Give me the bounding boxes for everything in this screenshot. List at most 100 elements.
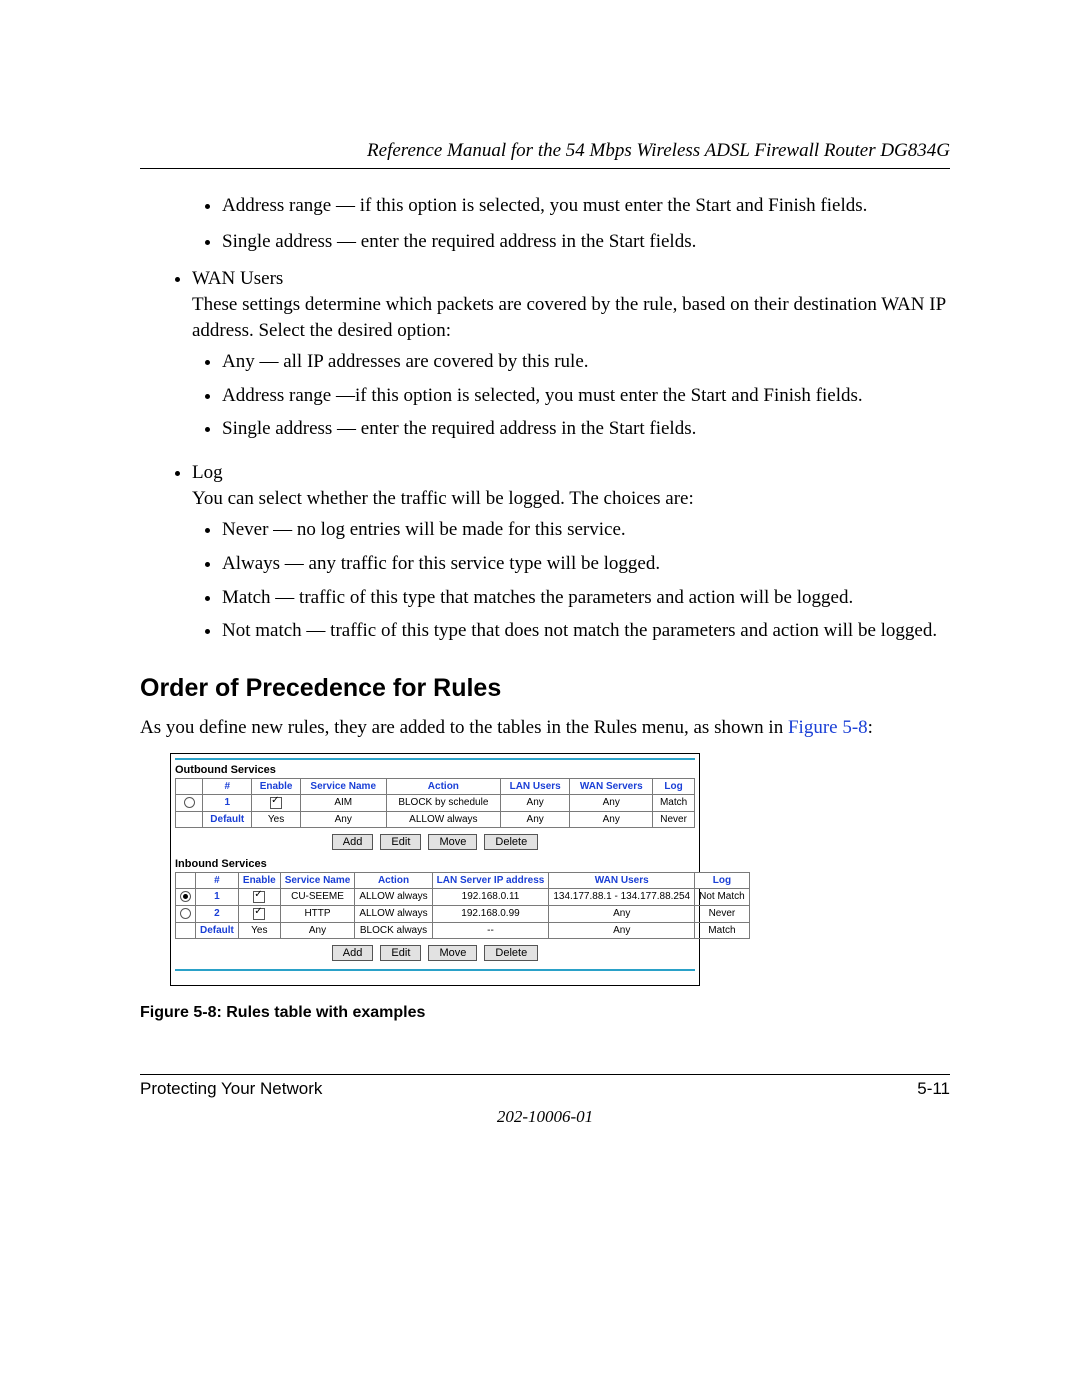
- cell: Any: [549, 922, 695, 938]
- list-item: Single address — enter the required addr…: [222, 229, 950, 255]
- section-paragraph: As you define new rules, they are added …: [140, 717, 950, 739]
- cell: Never: [653, 811, 695, 827]
- cell: Any: [500, 811, 569, 827]
- wan-users-sublist: Any — all IP addresses are covered by th…: [192, 349, 950, 442]
- th: Log: [653, 778, 695, 794]
- wan-users-title: WAN Users: [192, 268, 283, 289]
- cell: Yes: [252, 811, 300, 827]
- inbound-title: Inbound Services: [175, 858, 695, 870]
- log-item: Log You can select whether the traffic w…: [192, 460, 950, 644]
- delete-button[interactable]: Delete: [484, 945, 538, 961]
- cell: Never: [695, 905, 750, 922]
- figure-caption: Figure 5-8: Rules table with examples: [140, 1004, 950, 1022]
- cell: Any: [570, 794, 653, 811]
- cell: Default: [196, 922, 239, 938]
- cell: Yes: [238, 922, 280, 938]
- cell: HTTP: [280, 905, 355, 922]
- edit-button[interactable]: Edit: [380, 945, 421, 961]
- enable-cell[interactable]: [238, 905, 280, 922]
- cell: Any: [500, 794, 569, 811]
- enable-cell[interactable]: [238, 888, 280, 905]
- log-title: Log: [192, 462, 223, 483]
- enable-cell[interactable]: [252, 794, 300, 811]
- radio-cell[interactable]: [176, 888, 196, 905]
- radio-icon[interactable]: [180, 891, 191, 902]
- radio-cell[interactable]: [176, 905, 196, 922]
- cell: Any: [280, 922, 355, 938]
- add-button[interactable]: Add: [332, 945, 374, 961]
- checkbox-icon[interactable]: [270, 797, 282, 809]
- delete-button[interactable]: Delete: [484, 834, 538, 850]
- outbound-title: Outbound Services: [175, 764, 695, 776]
- move-button[interactable]: Move: [428, 945, 477, 961]
- th: Enable: [252, 778, 300, 794]
- move-button[interactable]: Move: [428, 834, 477, 850]
- th: LAN Users: [500, 778, 569, 794]
- radio-icon[interactable]: [184, 797, 195, 808]
- cell: 1: [203, 794, 252, 811]
- edit-button[interactable]: Edit: [380, 834, 421, 850]
- radio-cell: [176, 922, 196, 938]
- outbound-table: # Enable Service Name Action LAN Users W…: [175, 778, 695, 828]
- cell: Match: [695, 922, 750, 938]
- para-text: As you define new rules, they are added …: [140, 717, 788, 738]
- cell: 134.177.88.1 - 134.177.88.254: [549, 888, 695, 905]
- cell: AIM: [300, 794, 386, 811]
- radio-cell[interactable]: [176, 794, 203, 811]
- th: #: [196, 872, 239, 888]
- cell: 1: [196, 888, 239, 905]
- figure-reference-link[interactable]: Figure 5-8: [788, 717, 868, 738]
- radio-icon[interactable]: [180, 908, 191, 919]
- footer-left: Protecting Your Network: [140, 1079, 322, 1099]
- table-row: Default Yes Any BLOCK always -- Any Matc…: [176, 922, 750, 938]
- table-row: 1 AIM BLOCK by schedule Any Any Match: [176, 794, 695, 811]
- th: Action: [386, 778, 500, 794]
- footer-rule: [140, 1074, 950, 1075]
- figure-screenshot: Outbound Services # Enable Service Name …: [170, 753, 700, 986]
- checkbox-icon[interactable]: [253, 891, 265, 903]
- inbound-buttons: Add Edit Move Delete: [175, 945, 695, 961]
- cell: Any: [549, 905, 695, 922]
- section-heading: Order of Precedence for Rules: [140, 674, 950, 703]
- running-header: Reference Manual for the 54 Mbps Wireles…: [140, 140, 950, 162]
- wan-users-desc: These settings determine which packets a…: [192, 294, 945, 341]
- cell: Not Match: [695, 888, 750, 905]
- table-row: Default Yes Any ALLOW always Any Any Nev…: [176, 811, 695, 827]
- table-row: 1 CU-SEEME ALLOW always 192.168.0.11 134…: [176, 888, 750, 905]
- cell: Default: [203, 811, 252, 827]
- table-header-row: # Enable Service Name Action LAN Users W…: [176, 778, 695, 794]
- th: WAN Servers: [570, 778, 653, 794]
- page-footer: Protecting Your Network 5-11 202-10006-0…: [140, 1074, 950, 1127]
- list-item: Address range — if this option is select…: [222, 193, 950, 219]
- header-rule: [140, 168, 950, 169]
- cell: BLOCK by schedule: [386, 794, 500, 811]
- th: Service Name: [300, 778, 386, 794]
- cell: --: [432, 922, 549, 938]
- th: LAN Server IP address: [432, 872, 549, 888]
- th: Action: [355, 872, 432, 888]
- cell: 192.168.0.99: [432, 905, 549, 922]
- table-row: 2 HTTP ALLOW always 192.168.0.99 Any Nev…: [176, 905, 750, 922]
- outbound-buttons: Add Edit Move Delete: [175, 834, 695, 850]
- cell: 192.168.0.11: [432, 888, 549, 905]
- cell: Match: [653, 794, 695, 811]
- list-item: Never — no log entries will be made for …: [222, 517, 950, 543]
- add-button[interactable]: Add: [332, 834, 374, 850]
- checkbox-icon[interactable]: [253, 908, 265, 920]
- list-item: Always — any traffic for this service ty…: [222, 551, 950, 577]
- cell: Any: [300, 811, 386, 827]
- page-number: 5-11: [917, 1079, 950, 1099]
- inbound-table: # Enable Service Name Action LAN Server …: [175, 872, 750, 939]
- top-list: Address range — if this option is select…: [140, 193, 950, 254]
- radio-cell: [176, 811, 203, 827]
- cell: CU-SEEME: [280, 888, 355, 905]
- th: Enable: [238, 872, 280, 888]
- table-header-row: # Enable Service Name Action LAN Server …: [176, 872, 750, 888]
- cell: ALLOW always: [386, 811, 500, 827]
- cell: ALLOW always: [355, 888, 432, 905]
- figure-divider: [175, 969, 695, 971]
- list-item: Any — all IP addresses are covered by th…: [222, 349, 950, 375]
- main-list: WAN Users These settings determine which…: [140, 266, 950, 644]
- figure-divider: [175, 758, 695, 760]
- th: Service Name: [280, 872, 355, 888]
